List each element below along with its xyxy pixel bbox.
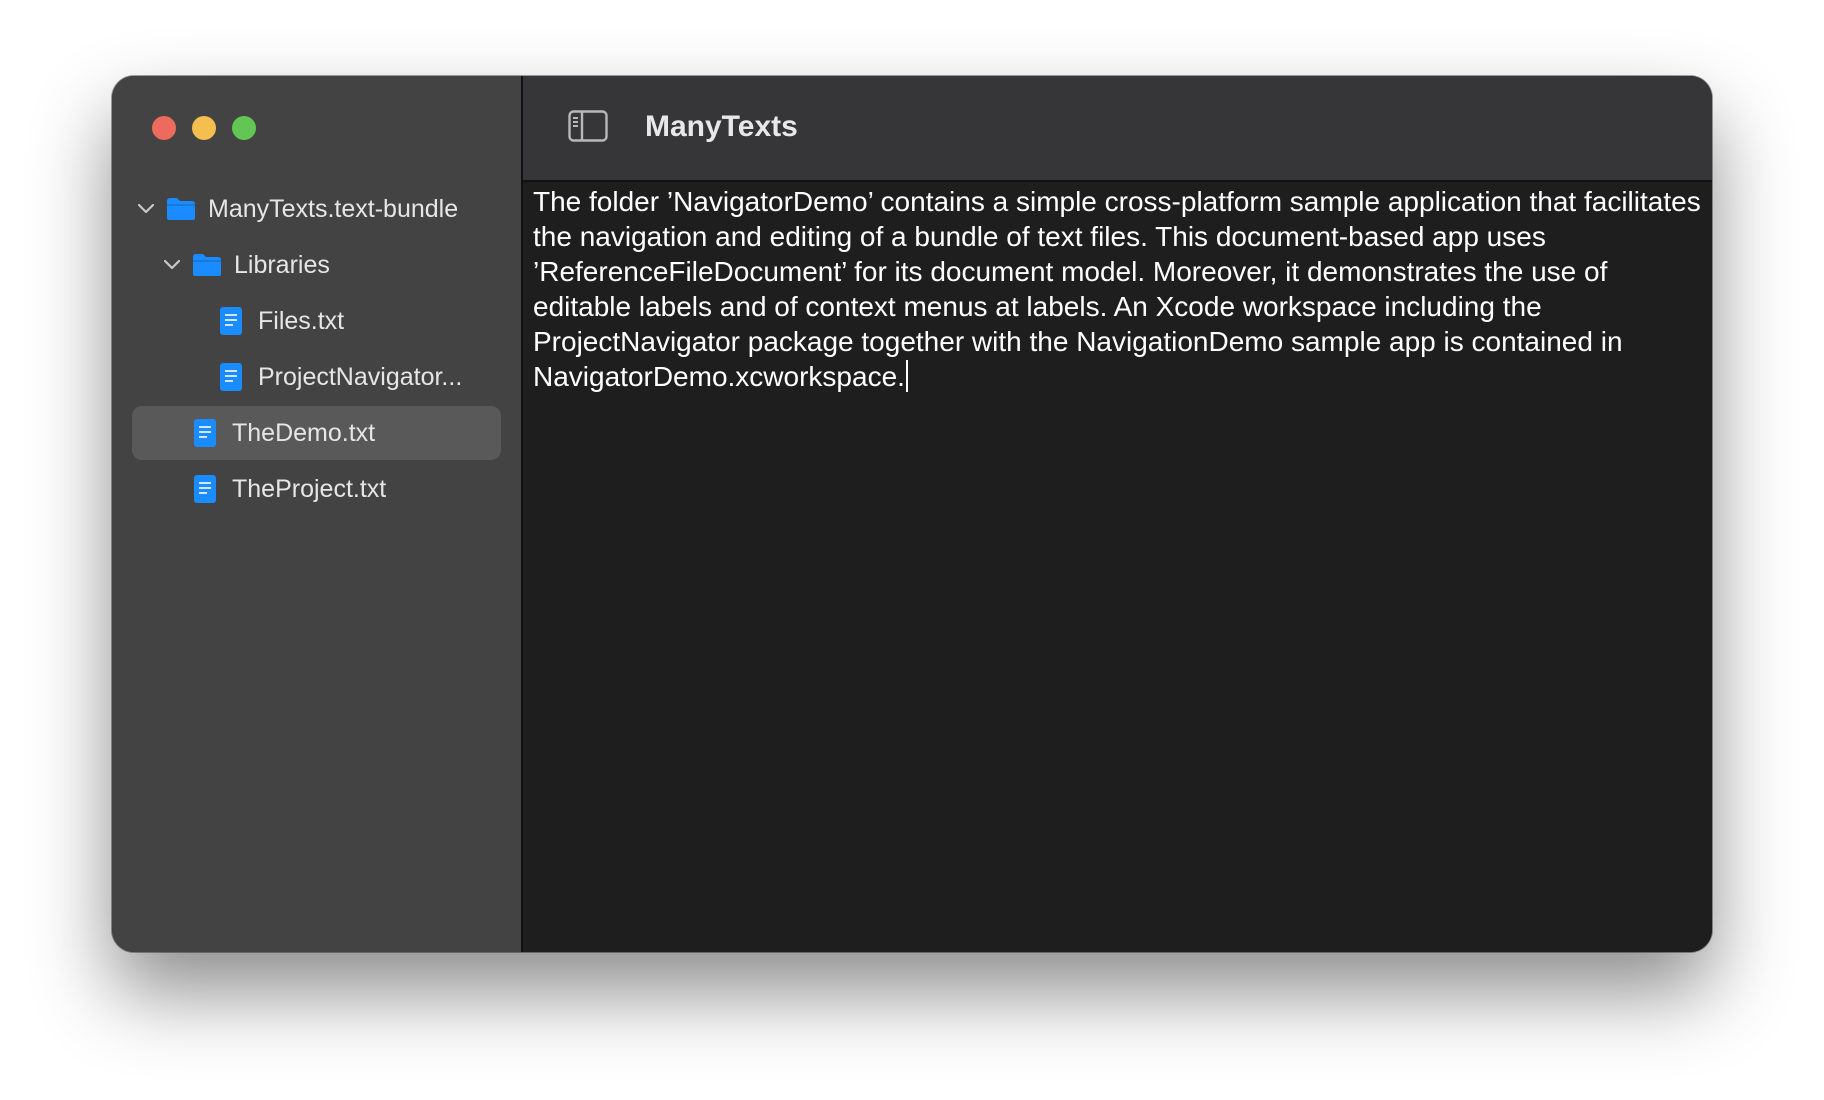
tree-item-files-txt[interactable]: Files.txt (220, 294, 510, 348)
window-title: ManyTexts (645, 110, 798, 143)
tree-item-projectnavigator[interactable]: ProjectNavigator... (220, 350, 510, 404)
chevron-down-icon[interactable] (138, 201, 154, 217)
folder-icon (192, 253, 222, 277)
tree-item-label: Files.txt (258, 306, 345, 335)
sidebar: ManyTexts.text-bundle Libraries Files.tx… (112, 76, 523, 952)
document-icon (220, 363, 242, 391)
tree-item-label: ProjectNavigator... (258, 362, 463, 391)
document-icon (194, 475, 216, 503)
folder-icon (166, 197, 196, 221)
tree-item-label: TheDemo.txt (232, 418, 376, 447)
editor-content[interactable]: The folder ’NavigatorDemo’ contains a si… (533, 184, 1704, 394)
tree-item-thedemo-txt[interactable]: TheDemo.txt (132, 406, 501, 460)
app-window: ManyTexts.text-bundle Libraries Files.tx… (112, 76, 1712, 952)
close-window-button[interactable] (152, 116, 176, 140)
document-icon (194, 419, 216, 447)
tree-item-libraries-folder[interactable]: Libraries (164, 238, 508, 292)
tree-item-label: TheProject.txt (232, 474, 387, 503)
main-content: ManyTexts The folder ’NavigatorDemo’ con… (523, 76, 1712, 952)
tree-item-theproject-txt[interactable]: TheProject.txt (194, 462, 510, 516)
text-cursor (905, 360, 908, 392)
minimize-window-button[interactable] (192, 116, 216, 140)
document-icon (220, 307, 242, 335)
sidebar-toggle-icon (568, 109, 608, 147)
toggle-sidebar-button[interactable] (567, 109, 609, 147)
text-editor[interactable]: The folder ’NavigatorDemo’ contains a si… (523, 182, 1712, 952)
tree-item-root-folder[interactable]: ManyTexts.text-bundle (138, 182, 508, 236)
editor-text-body: The folder ’NavigatorDemo’ contains a si… (533, 186, 1701, 392)
zoom-window-button[interactable] (232, 116, 256, 140)
tree-item-label: ManyTexts.text-bundle (208, 194, 459, 223)
toolbar: ManyTexts (523, 76, 1712, 182)
chevron-down-icon[interactable] (164, 257, 180, 273)
tree-item-label: Libraries (234, 250, 330, 279)
